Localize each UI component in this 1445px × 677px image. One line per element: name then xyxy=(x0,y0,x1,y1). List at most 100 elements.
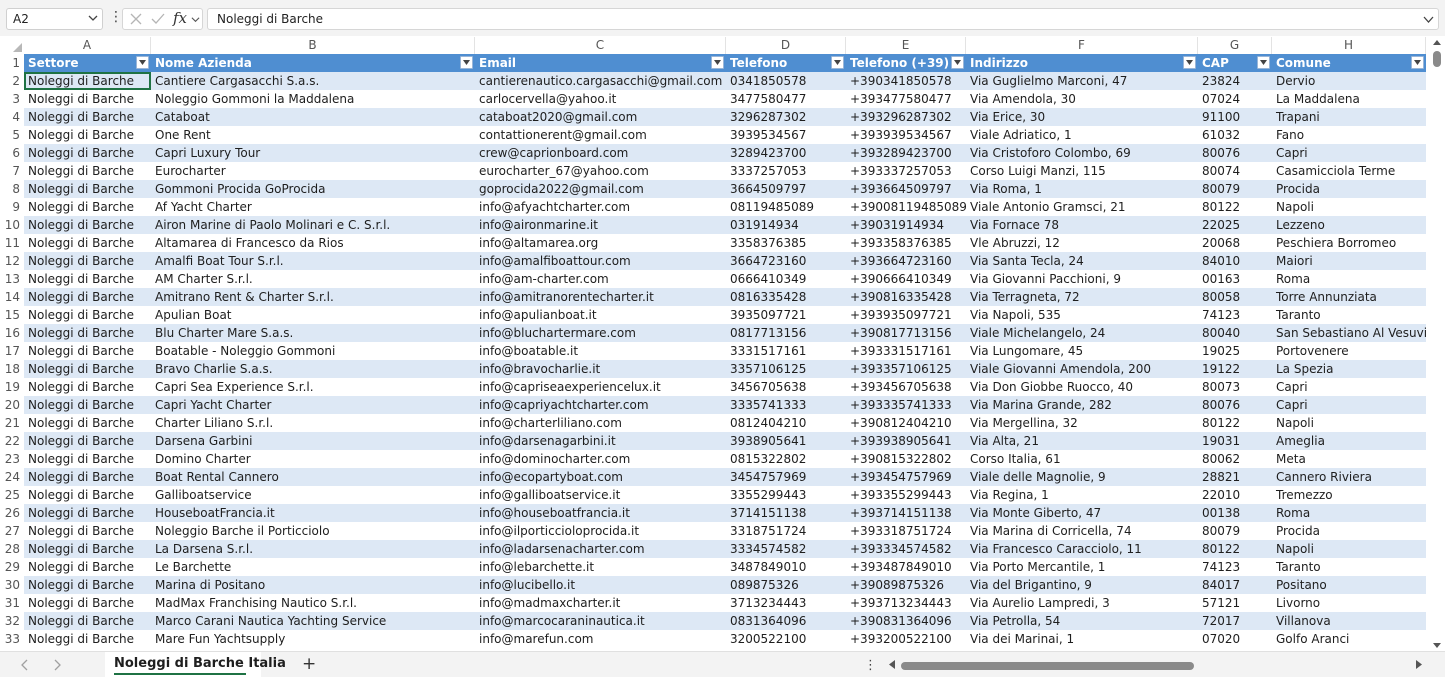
cell-telefono[interactable]: 0341850578 xyxy=(726,72,846,90)
cell-email[interactable]: info@marcocaraninautica.it xyxy=(475,612,726,630)
cell-settore[interactable]: Noleggi di Barche xyxy=(24,324,151,342)
cell-nome-azienda[interactable]: Noleggio Gommoni la Maddalena xyxy=(151,90,475,108)
expand-formula-bar-icon[interactable] xyxy=(1423,14,1434,25)
cell-telefono[interactable]: 3935097721 xyxy=(726,306,846,324)
row-number[interactable]: 21 xyxy=(0,414,24,432)
cell-telefono-39[interactable]: +390831364096 xyxy=(846,612,966,630)
header-indirizzo[interactable]: Indirizzo xyxy=(966,54,1182,72)
cell-cap[interactable]: 74123 xyxy=(1198,558,1272,576)
cell-comune[interactable]: Golfo Aranci xyxy=(1272,630,1426,648)
cell-telefono[interactable]: 0816335428 xyxy=(726,288,846,306)
row-number[interactable]: 32 xyxy=(0,612,24,630)
cell-settore[interactable]: Noleggi di Barche xyxy=(24,522,151,540)
row-number[interactable]: 27 xyxy=(0,522,24,540)
cell-indirizzo[interactable]: Via Francesco Caracciolo, 11 xyxy=(966,540,1198,558)
cell-indirizzo[interactable]: Vle Abruzzi, 12 xyxy=(966,234,1198,252)
cell-email[interactable]: info@ecopartyboat.com xyxy=(475,468,726,486)
cell-comune[interactable]: Capri xyxy=(1272,144,1426,162)
cell-indirizzo[interactable]: Via dei Marinai, 1 xyxy=(966,630,1198,648)
row-number[interactable]: 7 xyxy=(0,162,24,180)
cell-nome-azienda[interactable]: Marco Carani Nautica Yachting Service xyxy=(151,612,475,630)
cell-telefono-39[interactable]: +393664509797 xyxy=(846,180,966,198)
cell-telefono-39[interactable]: +393456705638 xyxy=(846,378,966,396)
cell-cap[interactable]: 80074 xyxy=(1198,162,1272,180)
cell-telefono[interactable]: 08119485089 xyxy=(726,198,846,216)
cell-indirizzo[interactable]: Corso Italia, 61 xyxy=(966,450,1198,468)
cell-nome-azienda[interactable]: Galliboatservice xyxy=(151,486,475,504)
cell-settore[interactable]: Noleggi di Barche xyxy=(24,288,151,306)
row-number[interactable]: 17 xyxy=(0,342,24,360)
cell-email[interactable]: info@houseboatfrancia.it xyxy=(475,504,726,522)
cell-indirizzo[interactable]: Via Santa Tecla, 24 xyxy=(966,252,1198,270)
cell-comune[interactable]: Capri xyxy=(1272,396,1426,414)
insert-function-button[interactable]: fx xyxy=(173,9,187,27)
cell-telefono-39[interactable]: +393200522100 xyxy=(846,630,966,648)
cell-indirizzo[interactable]: Via Porto Mercantile, 1 xyxy=(966,558,1198,576)
row-number[interactable]: 24 xyxy=(0,468,24,486)
cell-comune[interactable]: Napoli xyxy=(1272,414,1426,432)
cell-cap[interactable]: 84010 xyxy=(1198,252,1272,270)
cell-settore[interactable]: Noleggi di Barche xyxy=(24,504,151,522)
cell-telefono-39[interactable]: +39031914934 xyxy=(846,216,966,234)
cell-nome-azienda[interactable]: La Darsena S.r.l. xyxy=(151,540,475,558)
cell-telefono-39[interactable]: +393477580477 xyxy=(846,90,966,108)
column-header-f[interactable]: F xyxy=(966,37,1198,54)
cell-nome-azienda[interactable]: Amalfi Boat Tour S.r.l. xyxy=(151,252,475,270)
cell-comune[interactable]: Capri xyxy=(1272,378,1426,396)
header-comune[interactable]: Comune xyxy=(1272,54,1410,72)
cell-comune[interactable]: Peschiera Borromeo xyxy=(1272,234,1426,252)
row-number[interactable]: 8 xyxy=(0,180,24,198)
row-number[interactable]: 26 xyxy=(0,504,24,522)
row-number[interactable]: 9 xyxy=(0,198,24,216)
cell-email[interactable]: info@darsenagarbini.it xyxy=(475,432,726,450)
cell-nome-azienda[interactable]: Blu Charter Mare S.a.s. xyxy=(151,324,475,342)
cell-cap[interactable]: 19031 xyxy=(1198,432,1272,450)
cell-telefono-39[interactable]: +390812404210 xyxy=(846,414,966,432)
cell-comune[interactable]: Napoli xyxy=(1272,540,1426,558)
cell-comune[interactable]: Ameglia xyxy=(1272,432,1426,450)
cell-nome-azienda[interactable]: Capri Yacht Charter xyxy=(151,396,475,414)
cell-settore[interactable]: Noleggi di Barche xyxy=(24,216,151,234)
cell-telefono-39[interactable]: +393664723160 xyxy=(846,252,966,270)
cell-cap[interactable]: 80040 xyxy=(1198,324,1272,342)
cell-cap[interactable]: 61032 xyxy=(1198,126,1272,144)
cell-settore[interactable]: Noleggi di Barche xyxy=(24,108,151,126)
chevron-down-icon[interactable] xyxy=(191,15,200,24)
cell-comune[interactable]: Casamicciola Terme xyxy=(1272,162,1426,180)
cell-email[interactable]: info@am-charter.com xyxy=(475,270,726,288)
column-header-d[interactable]: D xyxy=(726,37,846,54)
column-header-a[interactable]: A xyxy=(24,37,151,54)
cell-cap[interactable]: 80058 xyxy=(1198,288,1272,306)
cell-comune[interactable]: Meta xyxy=(1272,450,1426,468)
cell-indirizzo[interactable]: Via Guglielmo Marconi, 47 xyxy=(966,72,1198,90)
cell-settore[interactable]: Noleggi di Barche xyxy=(24,612,151,630)
cell-telefono-39[interactable]: +393939534567 xyxy=(846,126,966,144)
cell-cap[interactable]: 80122 xyxy=(1198,540,1272,558)
filter-dropdown-button[interactable] xyxy=(711,56,724,69)
cell-telefono[interactable]: 3454757969 xyxy=(726,468,846,486)
cell-settore[interactable]: Noleggi di Barche xyxy=(24,594,151,612)
cell-indirizzo[interactable]: Via Regina, 1 xyxy=(966,486,1198,504)
cell-settore[interactable]: Noleggi di Barche xyxy=(24,162,151,180)
cell-email[interactable]: info@lebarchette.it xyxy=(475,558,726,576)
row-number[interactable]: 2 xyxy=(0,72,24,90)
cell-comune[interactable]: Roma xyxy=(1272,270,1426,288)
column-header-b[interactable]: B xyxy=(151,37,475,54)
cell-telefono-39[interactable]: +393357106125 xyxy=(846,360,966,378)
cell-indirizzo[interactable]: Via Napoli, 535 xyxy=(966,306,1198,324)
cell-telefono-39[interactable]: +393289423700 xyxy=(846,144,966,162)
row-number[interactable]: 15 xyxy=(0,306,24,324)
cell-settore[interactable]: Noleggi di Barche xyxy=(24,270,151,288)
cell-comune[interactable]: Villanova xyxy=(1272,612,1426,630)
cell-indirizzo[interactable]: Via Lungomare, 45 xyxy=(966,342,1198,360)
row-number[interactable]: 16 xyxy=(0,324,24,342)
select-all-button[interactable] xyxy=(0,37,24,54)
cell-telefono[interactable]: 3664509797 xyxy=(726,180,846,198)
cell-cap[interactable]: 00163 xyxy=(1198,270,1272,288)
row-number[interactable]: 13 xyxy=(0,270,24,288)
cell-nome-azienda[interactable]: Altamarea di Francesco da Rios xyxy=(151,234,475,252)
row-number[interactable]: 31 xyxy=(0,594,24,612)
cell-settore[interactable]: Noleggi di Barche xyxy=(24,468,151,486)
cell-nome-azienda[interactable]: Cantiere Cargasacchi S.a.s. xyxy=(151,72,475,90)
header-nome-azienda[interactable]: Nome Azienda xyxy=(151,54,459,72)
